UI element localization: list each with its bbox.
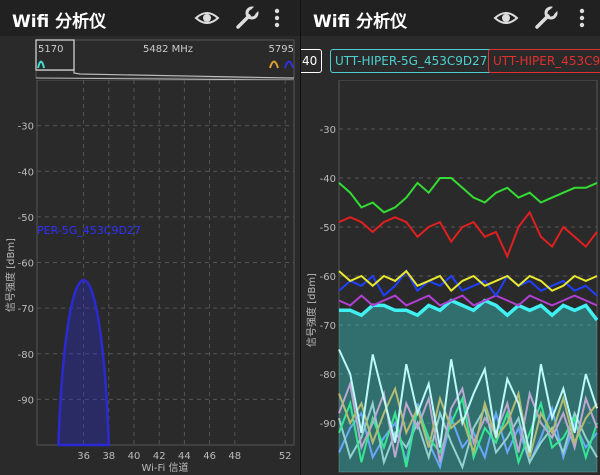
freq-start-label: 5170 [38,44,63,55]
more-vert-icon[interactable] [268,6,286,30]
left-y-axis-label: 信号强度 [dBm] [4,238,17,312]
left-y-tick: -80 [18,350,34,361]
right-y-tick: -80 [320,370,336,381]
series-line [338,210,598,259]
eye-icon[interactable] [194,6,220,30]
left-x-tick: 40 [128,451,141,462]
left-y-tick: -30 [18,122,34,133]
series-line [338,294,598,307]
right-y-tick: -90 [320,419,336,430]
wrench-icon[interactable] [533,6,559,30]
app-bar-right: Wifi 分析仪 [301,0,600,36]
left-y-tick: -40 [18,167,34,178]
left-x-tick: 44 [178,451,191,462]
app-title: Wifi 分析仪 [12,12,107,32]
left-x-tick: 38 [102,451,115,462]
right-y-tick: -70 [320,321,336,332]
left-x-axis-label: Wi-Fi 信道 [141,461,188,474]
network-signal-curve [57,278,111,447]
left-y-tick: -70 [18,304,34,315]
right-y-axis-label: 信号强度 [dBm] [305,273,318,347]
eye-icon[interactable] [493,6,519,30]
left-x-tick: 48 [228,451,241,462]
right-panel: Wifi 分析仪 40 UTT-HIPER-5G_453C9D27 UTT-HI… [301,0,600,475]
series-area [339,300,597,472]
right-y-tick: -40 [320,174,336,185]
app-title-right: Wifi 分析仪 [313,12,408,32]
left-panel: Wifi 分析仪 5170 5482 MHz 5795 -30 -40 -50 -60… [0,0,300,475]
network-chips: 40 UTT-HIPER-5G_453C9D27 UTT-HIPER_453C9… [301,46,600,76]
network-chip-0[interactable]: 40 [301,49,323,73]
right-signal-chart: -30 -40 -50 -60 -70 -80 -90 信号强度 [dBm] [305,80,599,473]
frequency-navigator[interactable]: 5170 5482 MHz 5795 [0,38,300,86]
app-bar: Wifi 分析仪 [0,0,300,36]
right-y-tick: -30 [320,125,336,136]
series-line [338,177,598,214]
more-vert-icon[interactable] [573,6,591,30]
right-y-tick: -60 [320,272,336,283]
left-signal-chart: -30 -40 -50 -60 -70 -80 -90 36 38 40 42 44 46 48 52 信… [4,80,295,474]
freq-end-label: 5795 [269,44,294,55]
left-x-tick: 46 [203,451,216,462]
left-y-tick: -90 [18,395,34,406]
network-chip-2[interactable]: UTT-HIPER_453C9D27 [488,49,600,73]
left-x-tick: 42 [153,451,166,462]
freq-center-label: 5482 MHz [143,44,193,55]
network-label: PER-5G_453C9D27 [37,224,141,237]
left-x-tick: 36 [77,451,90,462]
left-y-tick: -60 [18,259,34,270]
network-chip-1[interactable]: UTT-HIPER-5G_453C9D27 [330,49,493,73]
right-y-tick: -50 [320,223,336,234]
left-y-tick: -50 [18,213,34,224]
series-line [338,269,598,298]
wrench-icon[interactable] [234,6,260,30]
left-x-tick: 52 [279,451,292,462]
